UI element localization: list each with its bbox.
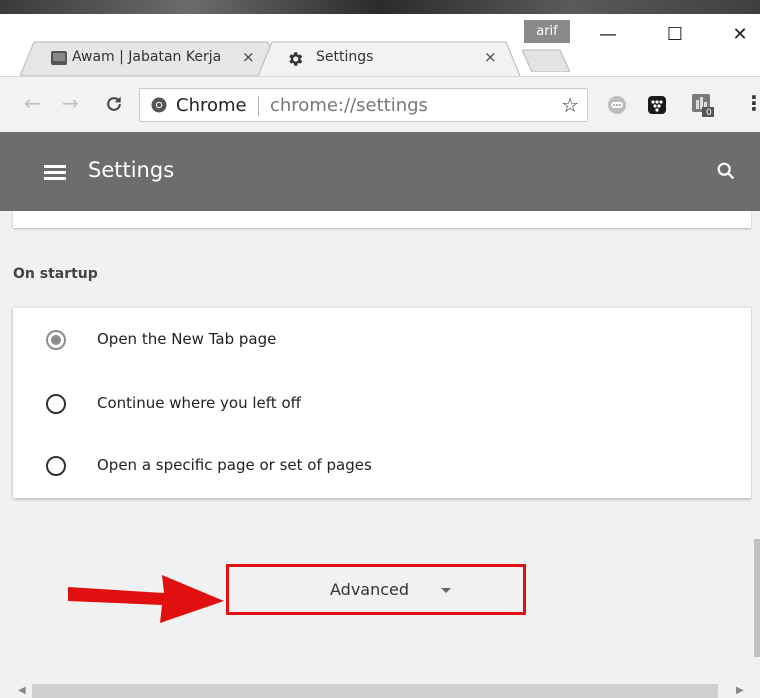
on-startup-card: Open the New Tab page Continue where you… <box>13 308 751 498</box>
browser-toolbar: ← → Chrome chrome://settings ☆ 0 ⋮ <box>0 76 760 132</box>
scroll-left-arrow-icon[interactable]: ◀ <box>18 685 26 696</box>
scroll-right-arrow-icon[interactable]: ▶ <box>736 685 744 696</box>
browser-menu-button[interactable]: ⋮ <box>744 91 760 115</box>
extension-badge-count: 0 <box>706 108 712 118</box>
minimize-button[interactable]: — <box>588 22 628 48</box>
caret-down-icon <box>441 588 451 593</box>
desktop-strip <box>0 0 760 14</box>
bookmark-star-icon[interactable]: ☆ <box>561 93 579 117</box>
horizontal-scrollbar-thumb[interactable] <box>32 684 718 698</box>
site-security-label: Chrome <box>176 95 247 116</box>
settings-content: On startup Open the New Tab page Continu… <box>0 211 760 682</box>
option-label: Continue where you left off <box>97 394 301 412</box>
address-bar[interactable]: Chrome chrome://settings ☆ <box>139 88 588 122</box>
red-arrow-annotation <box>68 575 224 623</box>
gear-icon <box>289 52 303 66</box>
previous-section-card <box>13 211 751 228</box>
vertical-scrollbar-thumb[interactable] <box>754 539 760 657</box>
page-title: Settings <box>88 158 175 182</box>
advanced-button[interactable]: Advanced <box>226 564 526 615</box>
vertical-scrollbar[interactable] <box>752 211 760 682</box>
option-label: Open a specific page or set of pages <box>97 456 372 474</box>
page-favicon-icon <box>51 51 67 65</box>
startup-option-new-tab[interactable]: Open the New Tab page <box>13 308 751 370</box>
address-separator <box>258 96 259 116</box>
advanced-label: Advanced <box>330 580 410 599</box>
reload-icon[interactable] <box>104 94 124 114</box>
chrome-logo-icon <box>151 97 167 113</box>
back-button[interactable]: ← <box>24 91 41 115</box>
option-label: Open the New Tab page <box>97 330 277 348</box>
tab-settings[interactable]: Settings × <box>258 40 520 76</box>
settings-header: Settings <box>0 132 760 211</box>
forward-button[interactable]: → <box>62 91 79 115</box>
chat-extension-icon[interactable] <box>606 94 628 116</box>
startup-option-specific-pages[interactable]: Open a specific page or set of pages <box>13 434 751 496</box>
blackberry-extension-icon[interactable] <box>646 94 668 116</box>
radio-button[interactable] <box>46 394 66 414</box>
tab-title: Settings <box>316 49 374 65</box>
tab-title: Awam | Jabatan Kerja <box>72 49 222 65</box>
radio-button-checked[interactable] <box>46 330 66 350</box>
radio-button[interactable] <box>46 456 66 476</box>
section-title-on-startup: On startup <box>13 266 98 282</box>
maximize-button[interactable]: ☐ <box>655 22 695 48</box>
menu-icon[interactable] <box>44 165 66 181</box>
new-tab-button[interactable] <box>522 48 570 72</box>
horizontal-scrollbar[interactable]: ◀ ▶ <box>0 682 760 698</box>
tab-close-button[interactable]: × <box>484 48 497 66</box>
tab-close-button[interactable]: × <box>242 48 255 66</box>
close-window-button[interactable]: ✕ <box>720 22 760 48</box>
profile-button[interactable]: arif <box>524 20 570 43</box>
url-text[interactable]: chrome://settings <box>270 95 428 116</box>
badge-extension-icon[interactable] <box>690 92 716 118</box>
startup-option-continue[interactable]: Continue where you left off <box>13 372 751 434</box>
search-icon[interactable] <box>715 160 737 182</box>
tab-awam[interactable]: Awam | Jabatan Kerja × <box>20 40 282 76</box>
